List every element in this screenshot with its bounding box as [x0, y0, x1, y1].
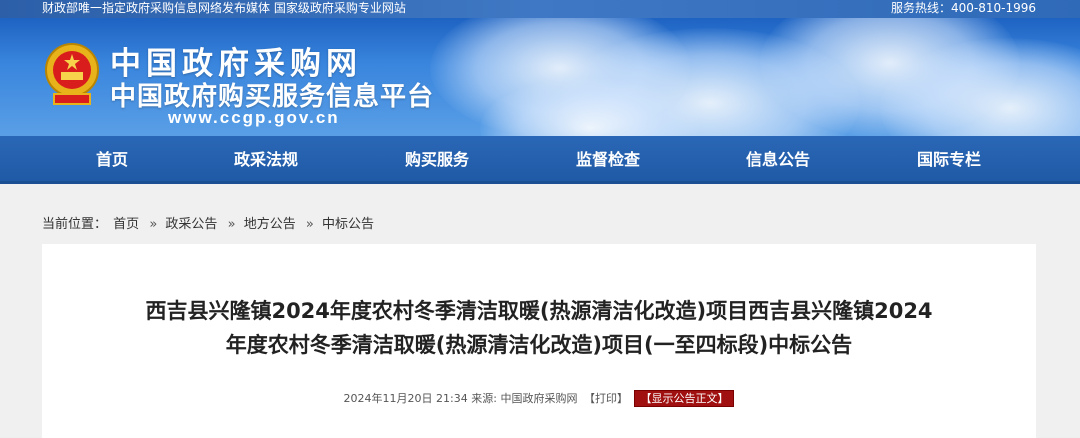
nav-item-purchase-services[interactable]: 购买服务 — [377, 136, 497, 184]
print-button[interactable]: 【打印】 — [584, 392, 628, 405]
article-meta: 2024年11月20日 21:34 来源: 中国政府采购网 【打印】 【显示公告… — [42, 390, 1036, 407]
article-source-label: 来源: — [471, 392, 497, 405]
nav-item-home[interactable]: 首页 — [52, 136, 172, 184]
breadcrumb-separator: » — [149, 217, 158, 232]
breadcrumb-item-local[interactable]: 地方公告 — [244, 217, 296, 232]
breadcrumb: 当前位置： 首页 » 政采公告 » 地方公告 » 中标公告 — [42, 213, 376, 232]
top-info-bar: 财政部唯一指定政府采购信息网络发布媒体 国家级政府采购专业网站 服务热线：400… — [0, 0, 1080, 18]
breadcrumb-item-procurement[interactable]: 政采公告 — [165, 217, 217, 232]
nav-item-announcements[interactable]: 信息公告 — [718, 136, 838, 184]
main-nav: 首页 政采法规 购买服务 监督检查 信息公告 国际专栏 — [0, 136, 1080, 184]
site-slogan: 财政部唯一指定政府采购信息网络发布媒体 国家级政府采购专业网站 — [42, 1, 406, 15]
breadcrumb-item-home[interactable]: 首页 — [113, 217, 139, 232]
article-source: 中国政府采购网 — [500, 392, 578, 405]
nav-item-regulations[interactable]: 政采法规 — [206, 136, 326, 184]
article-title-line2: 年度农村冬季清洁取暖(热源清洁化改造)项目(一至四标段)中标公告 — [225, 333, 853, 357]
site-url: www.ccgp.gov.cn — [168, 108, 340, 127]
show-announcement-body-button[interactable]: 【显示公告正文】 — [634, 390, 735, 407]
article-datetime: 2024年11月20日 21:34 — [343, 392, 468, 405]
breadcrumb-separator: » — [227, 217, 236, 232]
article-panel: 西吉县兴隆镇2024年度农村冬季清洁取暖(热源清洁化改造)项目西吉县兴隆镇202… — [42, 244, 1036, 438]
national-emblem-icon[interactable] — [44, 40, 100, 110]
article-title: 西吉县兴隆镇2024年度农村冬季清洁取暖(热源清洁化改造)项目西吉县兴隆镇202… — [42, 294, 1036, 362]
breadcrumb-separator: » — [305, 217, 314, 232]
nav-item-supervision[interactable]: 监督检查 — [548, 136, 668, 184]
breadcrumb-item-award[interactable]: 中标公告 — [322, 217, 374, 232]
site-banner: 中国政府采购网 中国政府购买服务信息平台 www.ccgp.gov.cn — [0, 18, 1080, 136]
breadcrumb-prefix: 当前位置： — [42, 217, 108, 232]
service-hotline: 服务热线：400-810-1996 — [890, 1, 1036, 15]
article-title-line1: 西吉县兴隆镇2024年度农村冬季清洁取暖(热源清洁化改造)项目西吉县兴隆镇202… — [145, 299, 933, 323]
nav-item-international[interactable]: 国际专栏 — [889, 136, 1009, 184]
